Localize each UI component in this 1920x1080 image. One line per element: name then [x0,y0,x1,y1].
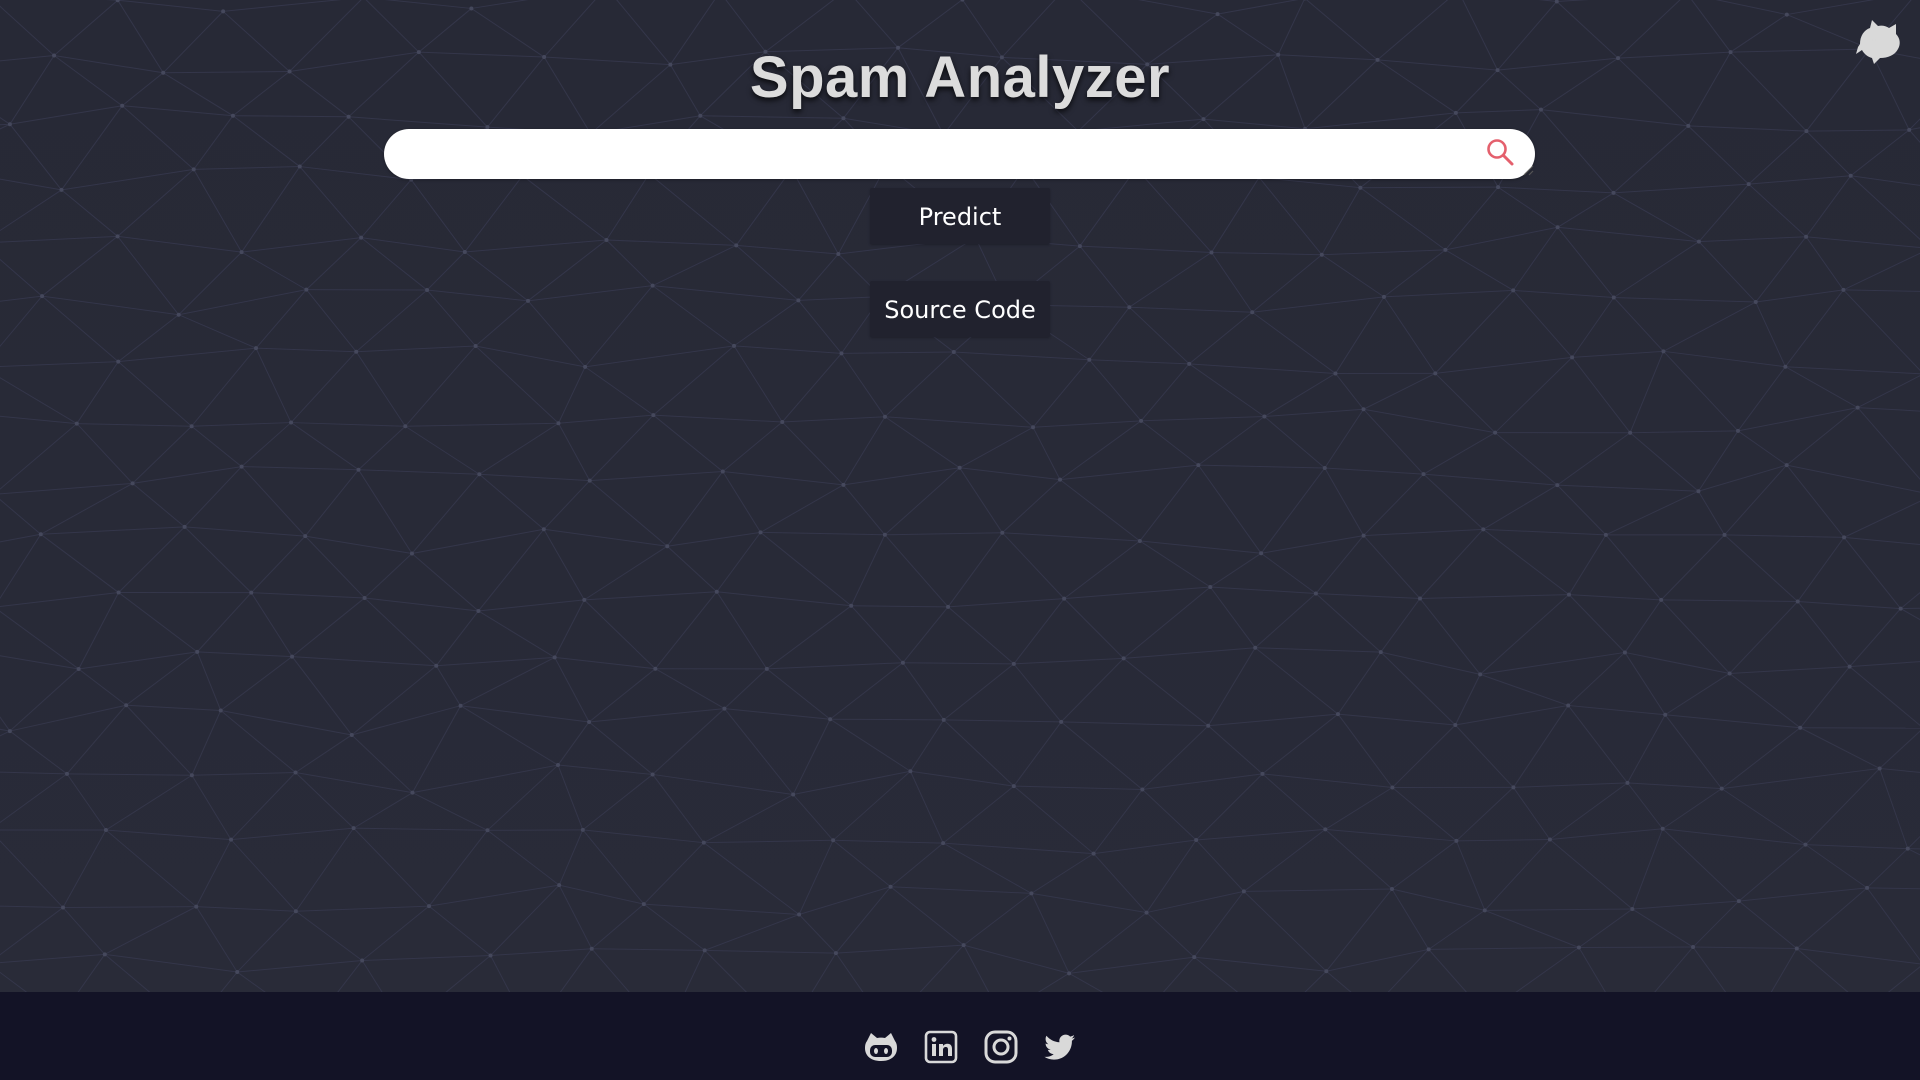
search-icon[interactable] [1484,136,1518,170]
search-bar[interactable] [384,129,1535,181]
instagram-icon[interactable] [983,1029,1019,1065]
linkedin-icon[interactable] [923,1029,959,1065]
footer [0,992,1920,1080]
search-input[interactable] [408,129,1462,181]
page-title: Spam Analyzer [749,45,1171,110]
main-content: Spam Analyzer Predict Source Code [0,0,1920,992]
octocat-icon[interactable] [1850,14,1906,70]
github-icon[interactable] [863,1029,899,1065]
source-code-button[interactable]: Source Code [870,281,1050,337]
twitter-icon[interactable] [1042,1029,1078,1065]
predict-button[interactable]: Predict [870,188,1050,244]
resize-grip-icon[interactable] [1522,164,1534,176]
